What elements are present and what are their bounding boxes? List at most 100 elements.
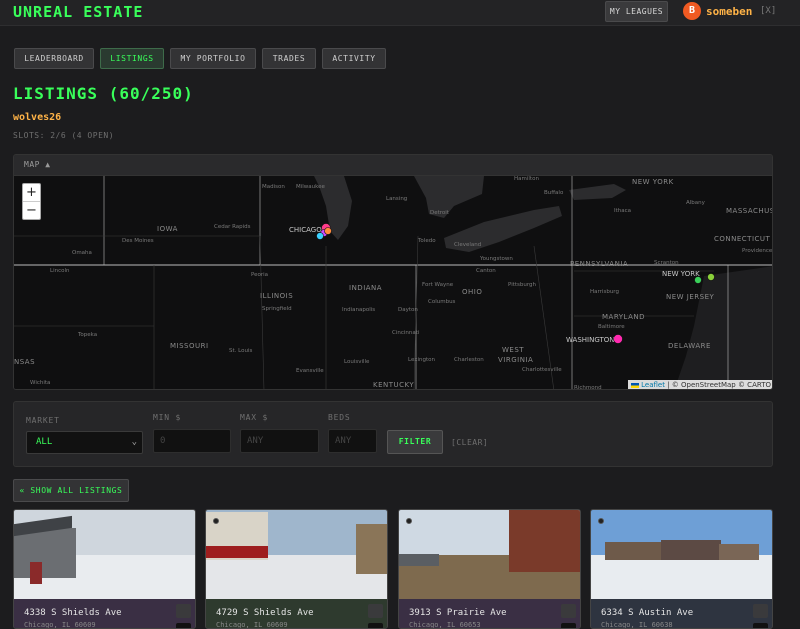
map-toggle[interactable]: MAP ▲ [24,160,51,169]
map-label: Harrisburg [590,289,619,295]
tab-trades[interactable]: TRADES [262,48,316,69]
map-label: Evansville [296,368,324,374]
logout-button[interactable]: [X] [760,6,776,16]
map-label: WASHINGTON [566,336,615,344]
atlantic [674,266,772,389]
listing-card[interactable]: 3913 S Prairie Ave Chicago, IL 60653 [398,509,581,629]
map-label: PENNSYLVANIA [570,260,628,268]
map-label: Ithaca [614,208,631,214]
map-label: VIRGINIA [498,356,533,364]
map-label: DELAWARE [668,342,711,350]
map-tiles[interactable]: Madison Milwaukee Hamilton Buffalo NEW YORK I… [14,176,773,390]
map-label: Toledo [417,238,436,244]
max-price-input[interactable]: ANY [240,429,319,453]
filter-button[interactable]: FILTER [387,430,443,454]
map-label: ILLINOIS [260,292,293,300]
app-title[interactable]: UNREAL ESTATE [13,3,143,21]
leaflet-link[interactable]: Leaflet [641,381,665,389]
chevron-down-icon: ⌄ [131,437,137,447]
map-label: Detroit [430,210,450,216]
market-select[interactable]: ALL ⌄ [26,431,143,454]
lake-huron [414,176,484,218]
map-label: NEW JERSEY [666,293,715,301]
map-label: WEST [502,346,524,354]
tab-activity[interactable]: ACTIVITY [322,48,386,69]
map-label: Canton [476,268,496,274]
map-label: Lansing [386,196,407,202]
zoom-control: + − [22,183,41,220]
map-label: NSAS [14,358,35,366]
listing-card[interactable]: 4338 S Shields Ave Chicago, IL 60609 [13,509,196,629]
map-label: Albany [686,200,706,206]
map-label: Indianapolis [342,307,375,313]
avatar[interactable]: B [683,2,701,20]
map-label: Charleston [454,357,484,363]
listing-info: 6334 S Austin Ave Chicago, IL 60638 [591,599,772,629]
map-label: St. Louis [229,348,252,354]
map-label: CHICAGO [289,226,322,234]
map-marker[interactable] [316,232,324,240]
map-label: Lincoln [50,268,70,274]
listing-info: 3913 S Prairie Ave Chicago, IL 60653 [399,599,580,628]
map-attribution: Leaflet | © OpenStreetMap © CARTO [628,380,772,389]
listing-address: 4729 S Shields Ave [216,608,314,618]
map-label: Cincinnati [392,330,420,336]
listing-address: 4338 S Shields Ave [24,608,122,618]
listing-info: 4338 S Shields Ave Chicago, IL 60609 [14,599,195,629]
min-price-input[interactable]: 0 [153,429,231,453]
map-label: KENTUCKY [373,381,414,389]
map-marker[interactable] [694,276,702,284]
status-dot [598,518,604,524]
market-select-value: ALL [36,437,53,447]
map-label: Omaha [72,250,92,256]
map-label: Madison [262,184,285,190]
listing-card[interactable]: 4729 S Shields Ave Chicago, IL 60609 [205,509,388,629]
map-label: Louisville [344,359,370,365]
beds-label: BEDS [328,413,351,422]
clear-filters-link[interactable]: [CLEAR] [451,438,488,447]
map-label: Charlottesville [522,367,562,373]
zoom-in-button[interactable]: + [23,184,40,202]
beds-input[interactable]: ANY [328,429,377,453]
map-label: Fort Wayne [422,282,454,288]
map-marker[interactable] [613,334,623,344]
listing-city: Chicago, IL 60609 [24,621,96,629]
filter-panel: MARKET ALL ⌄ MIN $ 0 MAX $ ANY BEDS ANY … [13,401,773,467]
listing-city: Chicago, IL 60609 [216,621,288,629]
map-canvas[interactable]: Madison Milwaukee Hamilton Buffalo NEW YORK I… [14,176,773,390]
zoom-out-button[interactable]: − [23,202,40,220]
map-marker[interactable] [324,227,332,235]
slots-status: SLOTS: 2/6 (4 OPEN) [13,131,115,140]
map-label: Milwaukee [296,184,326,190]
map-panel: MAP ▲ Madison Milwaukee Hamilton Buffalo… [13,154,773,390]
min-price-label: MIN $ [153,413,182,422]
league-name: wolves26 [13,112,62,123]
market-label: MARKET [26,416,60,425]
tab-listings[interactable]: LISTINGS [100,48,164,69]
max-price-label: MAX $ [240,413,269,422]
map-label: Dayton [398,307,418,313]
map-label: MARYLAND [602,313,645,321]
map-label: Des Moines [122,238,154,244]
map-label: Peoria [251,272,268,278]
status-dot [213,518,219,524]
page-title: LISTINGS (60/250) [13,84,194,103]
tab-my-portfolio[interactable]: MY PORTFOLIO [170,48,256,69]
map-label: CONNECTICUT [714,235,771,243]
map-label: Cedar Rapids [214,224,251,230]
listing-city: Chicago, IL 60638 [601,621,673,629]
listing-info: 4729 S Shields Ave Chicago, IL 60609 [206,599,387,629]
map-header[interactable]: MAP ▲ [14,155,772,176]
tab-leaderboard[interactable]: LEADERBOARD [14,48,94,69]
map-label: Youngstown [479,256,513,262]
map-marker[interactable] [707,273,715,281]
my-leagues-button[interactable]: MY LEAGUES [605,1,668,22]
lake-ontario [569,184,626,200]
show-all-listings-button[interactable]: « SHOW ALL LISTINGS [13,479,129,502]
map-label: Lexington [408,357,436,363]
listing-address: 3913 S Prairie Ave [409,608,507,618]
username[interactable]: someben [706,5,752,18]
status-dot [406,518,412,524]
listing-card[interactable]: 6334 S Austin Ave Chicago, IL 60638 [590,509,773,629]
map-label: Cleveland [454,242,481,248]
